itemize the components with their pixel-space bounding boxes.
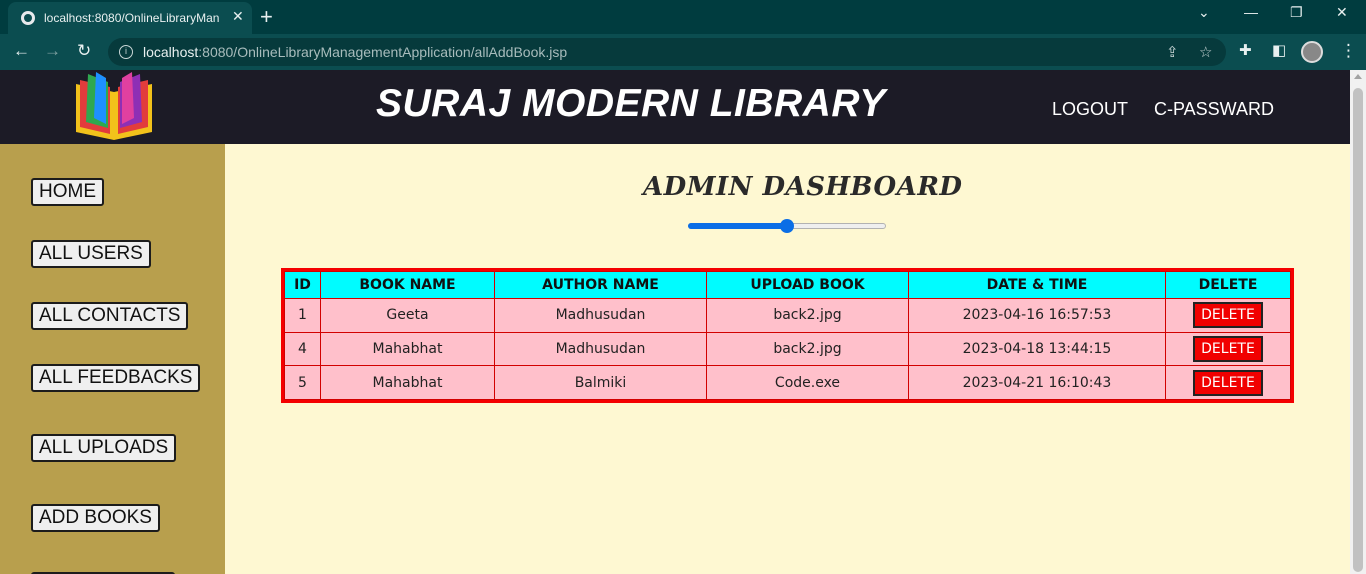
cell-id: 1 <box>284 298 321 333</box>
minimize-icon[interactable]: — <box>1244 4 1258 20</box>
cell-upload-book: Code.exe <box>706 365 909 400</box>
books-table: ID BOOK NAME AUTHOR NAME UPLOAD BOOK DAT… <box>284 271 1291 400</box>
browser-toolbar: ← → ↻ i localhost:8080/OnlineLibraryMana… <box>0 34 1366 70</box>
reload-icon[interactable]: ↻ <box>77 42 91 60</box>
cell-author-name: Balmiki <box>494 365 707 400</box>
cell-author-name: Madhusudan <box>494 331 707 367</box>
extensions-icon[interactable]: ✚ <box>1239 42 1252 60</box>
col-header-upload-book: UPLOAD BOOK <box>706 271 909 299</box>
cell-date-time: 2023-04-21 16:10:43 <box>908 365 1166 400</box>
scroll-up-arrow-icon[interactable] <box>1354 74 1362 79</box>
cell-book-name: Mahabhat <box>320 365 495 400</box>
browser-tab[interactable]: localhost:8080/OnlineLibraryMan ✕ <box>8 2 252 34</box>
cell-upload-book: back2.jpg <box>706 331 909 367</box>
delete-button[interactable]: DELETE <box>1193 335 1263 362</box>
table-row: 1 Geeta Madhusudan back2.jpg 2023-04-16 … <box>284 298 1291 333</box>
globe-icon <box>21 11 35 25</box>
tab-search-icon[interactable]: ⌄ <box>1198 4 1210 21</box>
tab-title: localhost:8080/OnlineLibraryMan <box>44 11 220 25</box>
profile-avatar[interactable] <box>1301 41 1323 63</box>
cell-delete: DELETE <box>1165 331 1291 367</box>
dashboard-slider[interactable] <box>688 219 886 233</box>
cell-date-time: 2023-04-16 16:57:53 <box>908 298 1166 333</box>
books-table-container: ID BOOK NAME AUTHOR NAME UPLOAD BOOK DAT… <box>281 268 1294 403</box>
table-row: 5 Mahabhat Balmiki Code.exe 2023-04-21 1… <box>284 365 1291 400</box>
admin-sidebar: HOME ALL USERS ALL CONTACTS ALL FEEDBACK… <box>0 144 225 574</box>
close-tab-icon[interactable]: ✕ <box>232 8 244 25</box>
page-scrollbar[interactable] <box>1350 70 1366 574</box>
cell-delete: DELETE <box>1165 365 1291 400</box>
col-header-date-time: DATE & TIME <box>908 271 1166 299</box>
slider-thumb[interactable] <box>780 219 794 233</box>
slider-fill <box>688 223 787 229</box>
site-info-icon[interactable]: i <box>119 45 133 59</box>
site-brand-title: SURAJ MODERN LIBRARY <box>376 82 886 125</box>
table-header-row: ID BOOK NAME AUTHOR NAME UPLOAD BOOK DAT… <box>284 271 1291 299</box>
side-panel-icon[interactable]: ◧ <box>1272 42 1286 60</box>
col-header-delete: DELETE <box>1165 271 1291 299</box>
page-viewport: SURAJ MODERN LIBRARY LOGOUT C-PASSWARD H… <box>0 70 1350 574</box>
new-tab-icon[interactable]: + <box>260 4 273 30</box>
cell-date-time: 2023-04-18 13:44:15 <box>908 331 1166 367</box>
menu-kebab-icon[interactable]: ⋮ <box>1340 42 1357 60</box>
sidebar-all-users-button[interactable]: ALL USERS <box>31 240 151 268</box>
col-header-book-name: BOOK NAME <box>320 271 495 299</box>
change-password-link[interactable]: C-PASSWARD <box>1154 99 1274 120</box>
cell-delete: DELETE <box>1165 298 1291 333</box>
sidebar-all-uploads-button[interactable]: ALL UPLOADS <box>31 434 177 462</box>
table-row: 4 Mahabhat Madhusudan back2.jpg 2023-04-… <box>284 331 1291 367</box>
bookmark-star-icon[interactable]: ☆ <box>1199 43 1212 61</box>
address-bar[interactable]: i localhost:8080/OnlineLibraryManagement… <box>108 38 1226 66</box>
forward-icon[interactable]: → <box>44 42 61 60</box>
col-header-id: ID <box>284 271 321 299</box>
delete-button[interactable]: DELETE <box>1193 369 1263 396</box>
close-window-icon[interactable]: ✕ <box>1336 4 1348 21</box>
book-logo-icon <box>76 72 152 140</box>
delete-button[interactable]: DELETE <box>1193 302 1263 329</box>
cell-id: 4 <box>284 331 321 367</box>
cell-book-name: Geeta <box>320 298 495 333</box>
back-icon[interactable]: ← <box>13 42 30 60</box>
dashboard-title: ADMIN DASHBOARD <box>643 172 963 202</box>
cell-book-name: Mahabhat <box>320 331 495 367</box>
scrollbar-thumb[interactable] <box>1353 88 1363 572</box>
sidebar-add-books-button[interactable]: ADD BOOKS <box>31 504 160 532</box>
sidebar-all-feedbacks-button[interactable]: ALL FEEDBACKS <box>31 364 201 392</box>
sidebar-home-button[interactable]: HOME <box>31 178 104 206</box>
logout-link[interactable]: LOGOUT <box>1052 99 1128 120</box>
col-header-author-name: AUTHOR NAME <box>494 271 707 299</box>
sidebar-all-contacts-button[interactable]: ALL CONTACTS <box>31 302 189 330</box>
cell-author-name: Madhusudan <box>494 298 707 333</box>
share-icon[interactable]: ⇪ <box>1166 43 1179 61</box>
site-header: SURAJ MODERN LIBRARY LOGOUT C-PASSWARD <box>0 70 1350 144</box>
cell-id: 5 <box>284 365 321 400</box>
browser-tab-strip: localhost:8080/OnlineLibraryMan ✕ + ⌄ — … <box>0 0 1366 34</box>
url-text[interactable]: localhost:8080/OnlineLibraryManagementAp… <box>143 44 567 60</box>
restore-icon[interactable]: ❐ <box>1290 4 1303 21</box>
cell-upload-book: back2.jpg <box>706 298 909 333</box>
